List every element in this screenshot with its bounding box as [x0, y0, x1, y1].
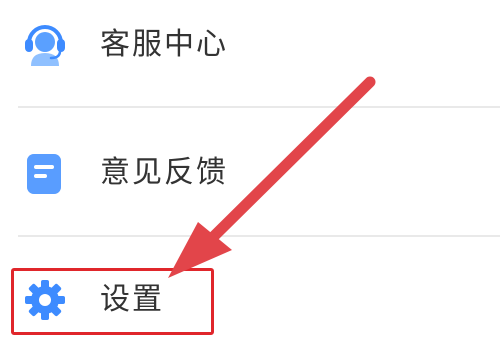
menu-item-label: 意见反馈	[100, 155, 228, 190]
menu-item-customer-service[interactable]: 客服中心	[0, 10, 500, 80]
headset-support-icon	[20, 20, 70, 70]
highlight-box	[11, 268, 214, 335]
divider	[18, 106, 500, 108]
menu-item-feedback[interactable]: 意见反馈	[0, 138, 500, 208]
divider	[18, 235, 500, 237]
feedback-document-icon	[20, 148, 70, 198]
menu-item-label: 客服中心	[100, 27, 228, 62]
